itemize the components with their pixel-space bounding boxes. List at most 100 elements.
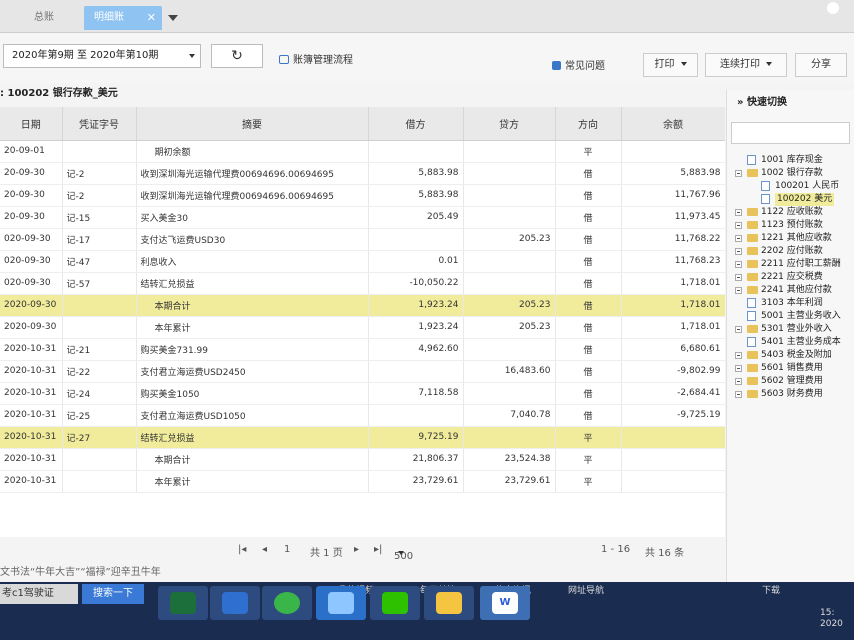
taskbar: 考c1驾驶证 搜索一下 我的视频 每日关注 热点资讯 网址导航 下载 W 15:… <box>0 582 854 640</box>
table-row[interactable]: 2020-10-31 记-21 购买美金731.99 4,962.60 借 6,680.6… <box>0 338 725 361</box>
table-row[interactable]: 2020-10-31 记-25 支付君立海运费USD1050 7,040.78 借 -9,… <box>0 404 725 427</box>
tree-item[interactable]: 1221 其他应收款 <box>727 232 854 245</box>
ledger-flow-link[interactable]: 账簿管理流程 <box>279 51 353 66</box>
tree-item[interactable]: 1002 银行存款 <box>727 167 854 180</box>
table-row[interactable]: 20-09-30 记-2 收到深圳海光运输代理费00694696.00694695 5… <box>0 184 725 207</box>
table-row[interactable]: 20-09-30 记-2 收到深圳海光运输代理费00694696.00694695 5… <box>0 162 725 185</box>
table-row[interactable]: 2020-10-31 记-24 购买美金1050 7,118.58 借 -2,684.41 <box>0 382 725 405</box>
tree-item-label: 5601 销售费用 <box>761 363 823 373</box>
expand-icon[interactable] <box>735 261 742 268</box>
first-page-button[interactable]: |◂ <box>238 544 246 555</box>
taskbar-app-wechat[interactable] <box>370 586 420 620</box>
expand-icon[interactable] <box>735 326 742 333</box>
expand-icon[interactable] <box>735 274 742 281</box>
page-number-input[interactable]: 1 <box>284 544 290 555</box>
tree-item[interactable]: 5602 管理费用 <box>727 375 854 388</box>
taskbar-app-file-explorer[interactable] <box>210 586 260 620</box>
news-ticker[interactable]: 文书法“牛年大吉”“福禄”迎辛丑牛年 <box>0 563 725 582</box>
expand-icon[interactable] <box>735 352 742 359</box>
cell-voucher: 记-2 <box>62 184 137 207</box>
last-page-button[interactable]: ▸| <box>374 544 382 555</box>
table-row[interactable]: 2020-10-31 本年累计 23,729.61 23,729.61 平 <box>0 470 725 493</box>
taskbar-search-button[interactable]: 搜索一下 <box>82 584 144 604</box>
column-header-balance[interactable]: 余额 <box>621 107 725 141</box>
tree-item[interactable]: 5401 主营业务成本 <box>727 336 854 349</box>
cell-direction: 借 <box>555 316 622 339</box>
expand-icon[interactable] <box>735 222 742 229</box>
share-button[interactable]: 分享 <box>795 53 847 77</box>
column-header-credit[interactable]: 贷方 <box>463 107 556 141</box>
status-download[interactable]: 下载 <box>762 583 780 596</box>
period-select[interactable]: 2020年第9期 至 2020年第10期 <box>3 44 201 68</box>
table-row[interactable]: 2020-10-31 记-22 支付君立海运费USD2450 16,483.60 借 -9… <box>0 360 725 383</box>
tab-list-dropdown-icon[interactable] <box>166 12 180 24</box>
refresh-button[interactable]: ↻ <box>211 44 263 68</box>
tree-item[interactable]: 2211 应付职工薪酬 <box>727 258 854 271</box>
table-row[interactable]: 020-09-30 记-57 结转汇兑损益 -10,050.22 借 1,718.01 <box>0 272 725 295</box>
tree-item[interactable]: 5603 财务费用 <box>727 388 854 401</box>
expand-icon[interactable] <box>735 209 742 216</box>
taskbar-app-wps[interactable]: W <box>480 586 530 620</box>
column-header-direction[interactable]: 方向 <box>555 107 622 141</box>
column-header-voucher[interactable]: 凭证字号 <box>62 107 137 141</box>
tree-item[interactable]: 100201 人民币 <box>727 180 854 193</box>
expand-icon[interactable] <box>735 287 742 294</box>
quick-switch-panel: » 快速切换 1001 库存现金 1002 银行存款 100201 人民币 10020… <box>726 90 854 582</box>
column-header-debit[interactable]: 借方 <box>368 107 464 141</box>
close-icon[interactable]: ✕ <box>147 6 156 30</box>
next-page-button[interactable]: ▸ <box>354 544 359 555</box>
table-row[interactable]: 20-09-30 记-15 买入美金30 205.49 借 11,973.45 <box>0 206 725 229</box>
tree-item-label: 1122 应收账款 <box>761 207 823 217</box>
cell-direction: 借 <box>555 162 622 185</box>
table-row[interactable]: 2020-09-30 本年累计 1,923.24 205.23 借 1,718.01 <box>0 316 725 339</box>
expand-icon[interactable] <box>735 235 742 242</box>
cell-debit: 23,729.61 <box>368 470 464 493</box>
cell-date: 2020-10-31 <box>0 360 63 383</box>
tree-item[interactable]: 100202 美元 <box>727 193 854 206</box>
taskbar-search-input[interactable]: 考c1驾驶证 <box>0 584 78 604</box>
tree-item[interactable]: 2202 应付账款 <box>727 245 854 258</box>
taskbar-app-mail[interactable] <box>316 586 366 620</box>
table-row[interactable]: 020-09-30 记-47 利息收入 0.01 借 11,768.23 <box>0 250 725 273</box>
taskbar-app-browser[interactable] <box>262 586 312 620</box>
system-clock[interactable]: 15: 2020 <box>820 608 843 630</box>
expand-icon[interactable] <box>735 248 742 255</box>
tree-item[interactable]: 5301 营业外收入 <box>727 323 854 336</box>
status-site-nav[interactable]: 网址导航 <box>568 583 604 596</box>
table-row[interactable]: 020-09-30 记-17 支付达飞运费USD30 205.23 借 11,768.22 <box>0 228 725 251</box>
cell-direction: 借 <box>555 338 622 361</box>
taskbar-app-photos[interactable] <box>424 586 474 620</box>
tree-item[interactable]: 2221 应交税费 <box>727 271 854 284</box>
tree-item[interactable]: 1122 应收账款 <box>727 206 854 219</box>
table-row[interactable]: 2020-09-30 本期合计 1,923.24 205.23 借 1,718.01 <box>0 294 725 317</box>
cell-summary: 本年累计 <box>136 470 369 493</box>
collapse-icon[interactable]: » <box>737 97 743 108</box>
tree-item[interactable]: 5601 销售费用 <box>727 362 854 375</box>
tree-item[interactable]: 2241 其他应付款 <box>727 284 854 297</box>
faq-link[interactable]: 常见问题 <box>552 57 605 72</box>
table-row[interactable]: 2020-10-31 记-27 结转汇兑损益 9,725.19 平 <box>0 426 725 449</box>
tab-detail-ledger[interactable]: 明细账 ✕ <box>84 6 162 30</box>
expand-icon[interactable] <box>735 365 742 372</box>
cell-direction: 借 <box>555 184 622 207</box>
account-search-input[interactable] <box>731 122 850 144</box>
expand-icon[interactable] <box>735 170 742 177</box>
prev-page-button[interactable]: ◂ <box>262 544 267 555</box>
tree-item[interactable]: 5403 税金及附加 <box>727 349 854 362</box>
column-header-summary[interactable]: 摘要 <box>136 107 369 141</box>
pagination: |◂ ◂ 1 共 1 页 ▸ ▸| 500 1 - 16 共 16 条 <box>0 537 725 563</box>
print-button[interactable]: 打印 <box>643 53 698 77</box>
tree-item[interactable]: 1001 库存现金 <box>727 154 854 167</box>
column-header-date[interactable]: 日期 <box>0 107 63 141</box>
tree-item[interactable]: 5001 主营业务收入 <box>727 310 854 323</box>
tab-general-ledger[interactable]: 总账 <box>24 6 84 30</box>
tree-item[interactable]: 1123 预付账款 <box>727 219 854 232</box>
tree-item[interactable]: 3103 本年利润 <box>727 297 854 310</box>
expand-icon[interactable] <box>735 378 742 385</box>
batch-print-button[interactable]: 连续打印 <box>705 53 787 77</box>
expand-icon[interactable] <box>735 391 742 398</box>
table-row[interactable]: 20-09-01 期初余额 平 <box>0 140 725 163</box>
window-control-icon[interactable] <box>827 2 839 14</box>
taskbar-app-monitor[interactable] <box>158 586 208 620</box>
table-row[interactable]: 2020-10-31 本期合计 21,806.37 23,524.38 平 <box>0 448 725 471</box>
